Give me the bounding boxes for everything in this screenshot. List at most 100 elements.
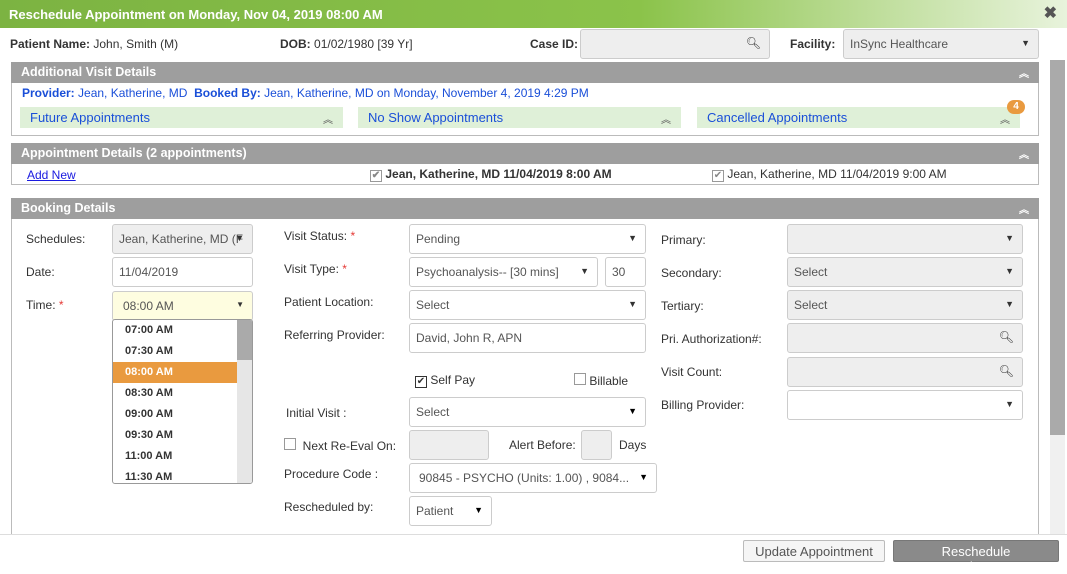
time-option[interactable]: 08:30 AM [113, 383, 237, 404]
visit-type-label: Visit Type: * [284, 262, 347, 276]
chevron-down-icon: ▼ [628, 233, 637, 243]
page-scrollbar[interactable] [1050, 60, 1065, 535]
tertiary-select[interactable]: Select ▼ [787, 290, 1023, 320]
collapse-icon[interactable]: ︽ [1019, 201, 1029, 216]
appointment-details-body: Add New ✔ Jean, Katherine, MD 11/04/2019… [11, 164, 1039, 185]
chevron-down-icon: ▼ [235, 233, 244, 243]
billable-checkbox[interactable]: Billable [574, 373, 628, 388]
chevron-down-icon: ▼ [1005, 266, 1014, 276]
self-pay-checkbox[interactable]: ✔ Self Pay [415, 373, 475, 388]
rescheduled-by-select[interactable]: Patient ▼ [409, 496, 492, 526]
case-id-input[interactable]: 🔍︎ [580, 29, 770, 59]
billing-provider-label: Billing Provider: [661, 398, 745, 412]
time-option[interactable]: 11:30 AM [113, 467, 237, 483]
expand-icon: ︽ [1000, 115, 1010, 126]
provider-info: Provider: Jean, Katherine, MD Booked By:… [22, 86, 589, 100]
search-icon[interactable]: 🔍︎ [999, 364, 1014, 378]
authorization-label: Pri. Authorization#: [661, 332, 762, 346]
collapse-icon[interactable]: ︽ [1019, 65, 1029, 80]
time-option[interactable]: 11:00 AM [113, 446, 237, 467]
scrollbar[interactable] [237, 320, 252, 483]
time-select[interactable]: 08:00 AM ▼ [112, 291, 253, 321]
case-id-label: Case ID: [530, 37, 579, 51]
procedure-code-select[interactable]: 90845 - PSYCHO (Units: 1.00) , 9084... ▼ [409, 463, 657, 493]
date-input[interactable]: 11/04/2019 [112, 257, 253, 287]
alert-before-input[interactable] [581, 430, 612, 460]
reschedule-appointment-button[interactable]: Reschedule Appointment [893, 540, 1059, 574]
booking-details-header[interactable]: Booking Details ︽ [11, 198, 1039, 219]
add-new-link[interactable]: Add New [27, 168, 76, 182]
time-option[interactable]: 08:00 AM [113, 362, 237, 383]
time-option[interactable]: 07:30 AM [113, 341, 237, 362]
visit-type-select[interactable]: Psychoanalysis-- [30 mins] ▼ [409, 257, 598, 287]
expand-icon: ︽ [323, 115, 333, 126]
visit-duration-input[interactable]: 30 [605, 257, 646, 287]
appointment-item[interactable]: ✔ Jean, Katherine, MD 11/04/2019 8:00 AM [370, 167, 612, 182]
appointment-item[interactable]: ✔ Jean, Katherine, MD 11/04/2019 9:00 AM [712, 167, 947, 182]
chevron-down-icon: ▼ [628, 406, 637, 416]
referring-provider-input[interactable]: David, John R, APN [409, 323, 646, 353]
schedules-select[interactable]: Jean, Katherine, MD (F ▼ [112, 224, 253, 254]
days-label: Days [619, 438, 647, 452]
time-option[interactable]: 09:00 AM [113, 404, 237, 425]
dialog-title: Reschedule Appointment on Monday, Nov 04… [0, 0, 1067, 28]
chevron-down-icon: ▼ [580, 266, 589, 276]
facility-label: Facility: [790, 37, 836, 51]
chevron-down-icon: ▼ [1005, 399, 1014, 409]
cancelled-appointments[interactable]: Cancelled Appointments ︽ [697, 107, 1020, 128]
patient-location-label: Patient Location: [284, 295, 374, 309]
time-label: Time: * [26, 298, 64, 312]
checkbox[interactable]: ✔ [712, 170, 724, 182]
chevron-down-icon: ▼ [236, 300, 244, 309]
visit-count-label: Visit Count: [661, 365, 723, 379]
visit-count-input[interactable]: 🔍︎ [787, 357, 1023, 387]
initial-visit-label: Initial Visit : [286, 406, 347, 420]
patient-name: Patient Name: John, Smith (M) [10, 37, 179, 51]
chevron-down-icon: ▼ [628, 299, 637, 309]
close-icon[interactable]: ✖ [1044, 3, 1057, 23]
scrollbar-thumb[interactable] [237, 320, 252, 360]
authorization-input[interactable]: 🔍︎ [787, 323, 1023, 353]
no-show-appointments[interactable]: No Show Appointments ︽ [358, 107, 681, 128]
time-option[interactable]: 07:00 AM [113, 320, 237, 341]
search-icon[interactable]: 🔍︎ [999, 330, 1014, 344]
chevron-down-icon: ▼ [1005, 233, 1014, 243]
expand-icon: ︽ [661, 115, 671, 126]
patient-location-select[interactable]: Select ▼ [409, 290, 646, 320]
secondary-label: Secondary: [661, 266, 722, 280]
dob: DOB: 01/02/1980 [39 Yr] [280, 37, 413, 51]
future-appointments[interactable]: Future Appointments ︽ [20, 107, 343, 128]
chevron-down-icon: ▼ [474, 505, 483, 515]
date-label: Date: [26, 265, 55, 279]
visit-status-select[interactable]: Pending ▼ [409, 224, 646, 254]
referring-provider-label: Referring Provider: [284, 328, 385, 342]
scrollbar-thumb[interactable] [1050, 60, 1065, 435]
initial-visit-select[interactable]: Select ▼ [409, 397, 646, 427]
next-reeval-checkbox[interactable]: Next Re-Eval On: [284, 438, 396, 453]
facility-select[interactable]: InSync Healthcare ▼ [843, 29, 1039, 59]
chevron-down-icon: ▼ [639, 472, 648, 482]
primary-label: Primary: [661, 233, 706, 247]
collapse-icon[interactable]: ︽ [1019, 146, 1029, 161]
secondary-select[interactable]: Select ▼ [787, 257, 1023, 287]
rescheduled-by-label: Rescheduled by: [284, 500, 374, 514]
appointment-details-header[interactable]: Appointment Details (2 appointments) ︽ [11, 143, 1039, 164]
additional-visit-body: Provider: Jean, Katherine, MD Booked By:… [11, 83, 1039, 136]
visit-status-label: Visit Status: * [284, 229, 356, 243]
tertiary-label: Tertiary: [661, 299, 704, 313]
schedules-label: Schedules: [26, 232, 86, 246]
billing-provider-select[interactable]: ▼ [787, 390, 1023, 420]
time-option[interactable]: 09:30 AM [113, 425, 237, 446]
chevron-down-icon: ▼ [1021, 38, 1030, 48]
procedure-code-label: Procedure Code : [284, 467, 379, 481]
checkbox[interactable]: ✔ [370, 170, 382, 182]
alert-before-label: Alert Before: [509, 438, 576, 452]
additional-visit-header[interactable]: Additional Visit Details ︽ [11, 62, 1039, 83]
search-icon[interactable]: 🔍︎ [746, 36, 761, 50]
time-dropdown-list[interactable]: 07:00 AM 07:30 AM 08:00 AM 08:30 AM 09:00 AM… [112, 319, 253, 484]
primary-select[interactable]: ▼ [787, 224, 1023, 254]
cancelled-count-badge: 4 [1007, 100, 1025, 114]
chevron-down-icon: ▼ [1005, 299, 1014, 309]
update-appointment-button[interactable]: Update Appointment [743, 540, 885, 562]
next-reeval-input[interactable] [409, 430, 489, 460]
